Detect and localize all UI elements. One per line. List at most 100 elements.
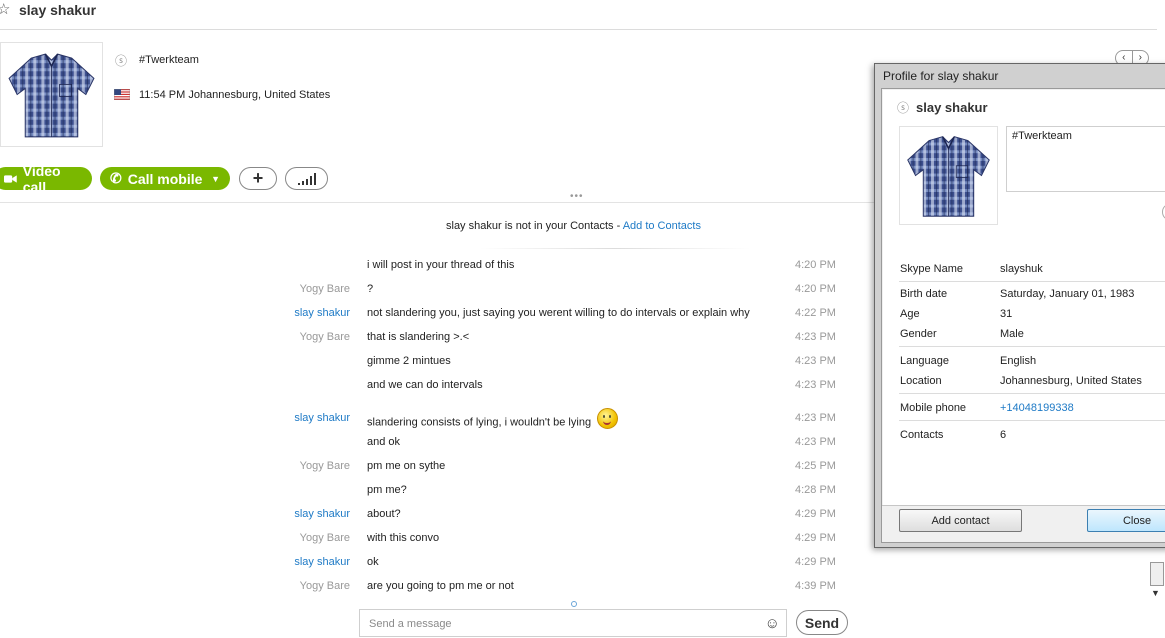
message-text: with this convo — [367, 532, 439, 544]
message-time: 4:29 PM — [795, 508, 836, 520]
location-label: Location — [900, 375, 942, 387]
message-time: 4:20 PM — [795, 283, 836, 295]
field-divider — [899, 420, 1165, 421]
message-row: Yogy Bare are you going to pm me or not 4:… — [0, 580, 860, 596]
location-value: Johannesburg, United States — [1000, 375, 1142, 387]
profile-name: slay shakur — [916, 100, 988, 115]
mobile-phone-link[interactable]: +14048199338 — [1000, 402, 1074, 414]
message-text: slandering consists of lying, i wouldn't… — [367, 408, 619, 433]
us-flag-icon — [114, 89, 130, 100]
notice-divider — [480, 248, 750, 249]
local-time-location: 11:54 PM Johannesburg, United States — [139, 89, 331, 101]
message-text: not slandering you, just saying you were… — [367, 307, 750, 319]
shirt-avatar-image — [907, 136, 990, 217]
dialog-title: Profile for slay shakur — [883, 69, 999, 83]
scrollbar-thumb[interactable] — [1150, 562, 1164, 586]
avatar[interactable] — [0, 42, 103, 147]
message-time: 4:28 PM — [795, 484, 836, 496]
video-icon — [4, 174, 17, 183]
header-divider — [0, 29, 1157, 30]
message-text-content: about? — [367, 508, 401, 520]
message-text-content: are you going to pm me or not — [367, 580, 514, 592]
message-composer[interactable]: ☺ — [359, 609, 787, 637]
favorite-star-icon[interactable]: ☆ — [0, 0, 10, 18]
contacts-value: 6 — [1000, 429, 1007, 441]
message-text: and ok — [367, 436, 400, 448]
shirt-avatar-image — [8, 53, 95, 138]
mobile-phone-label: Mobile phone — [900, 402, 967, 414]
profile-avatar — [899, 126, 998, 225]
message-time: 4:23 PM — [795, 379, 836, 391]
dropdown-arrow-icon[interactable]: ▼ — [211, 174, 220, 184]
message-text-content: with this convo — [367, 532, 440, 544]
birth-date-label: Birth date — [900, 288, 948, 300]
message-time: 4:23 PM — [795, 331, 836, 343]
close-button[interactable]: Close — [1087, 509, 1165, 532]
birth-date-value: Saturday, January 01, 1983 — [1000, 288, 1135, 300]
message-sender: slay shakur — [294, 412, 350, 424]
send-button[interactable]: Send — [796, 610, 848, 635]
profile-mood-box: #Twerkteam — [1006, 126, 1165, 192]
message-text: pm me? — [367, 484, 407, 496]
message-sender: slay shakur — [294, 556, 350, 568]
message-sender: Yogy Bare — [299, 460, 350, 472]
phone-icon: ✆ — [110, 170, 122, 186]
message-row: Yogy Bare? 4:20 PM — [0, 283, 860, 299]
field-divider — [899, 281, 1165, 282]
message-row: slay shakur about? 4:29 PM — [0, 508, 860, 524]
message-text: i will post in your thread of this — [367, 259, 514, 271]
message-time: 4:23 PM — [795, 355, 836, 367]
message-text: that is slandering >.< — [367, 331, 469, 343]
message-time: 4:20 PM — [795, 259, 836, 271]
message-sender: Yogy Bare — [299, 580, 350, 592]
message-row: Yogy Bare that is slandering >.< 4:23 PM — [0, 331, 860, 347]
add-to-contacts-link[interactable]: Add to Contacts — [623, 220, 701, 232]
add-contact-button[interactable]: Add contact — [899, 509, 1022, 532]
message-text: and we can do intervals — [367, 379, 483, 391]
message-row: i will post in your thread of this 4:20 P… — [0, 259, 860, 275]
message-row: pm me? 4:28 PM — [0, 484, 860, 500]
contact-title: slay shakur — [19, 2, 97, 18]
skype-name-label: Skype Name — [900, 263, 963, 275]
notice-text: slay shakur is not in your Contacts - — [446, 220, 623, 232]
language-label: Language — [900, 355, 949, 367]
message-text-content: gimme 2 mintues — [367, 355, 451, 367]
message-row: and ok 4:23 PM — [0, 436, 860, 452]
message-text: about? — [367, 508, 401, 520]
message-row: slay shakur slandering consists of lying,… — [0, 408, 860, 429]
profile-panel: ⓢ slay shakur #Twerkteam Skype Name slay… — [883, 90, 1165, 505]
message-row: Yogy Bare pm me on sythe 4:25 PM — [0, 460, 860, 476]
gender-value: Male — [1000, 328, 1024, 340]
message-text: pm me on sythe — [367, 460, 445, 472]
scrollbar[interactable]: ▼ — [1148, 558, 1165, 600]
message-sender: Yogy Bare — [299, 283, 350, 295]
mood-message: #Twerkteam — [139, 54, 199, 66]
message-text-content: slandering consists of lying, i wouldn't… — [367, 416, 592, 429]
message-text: are you going to pm me or not — [367, 580, 514, 592]
message-sender: slay shakur — [294, 508, 350, 520]
message-text-content: pm me? — [367, 484, 407, 496]
signal-icon — [297, 172, 316, 185]
age-value: 31 — [1000, 308, 1013, 320]
skype-name-value: slayshuk — [1000, 263, 1043, 275]
emoji-icon[interactable]: ☺ — [765, 615, 780, 632]
message-row: gimme 2 mintues 4:23 PM — [0, 355, 860, 371]
message-time: 4:23 PM — [795, 436, 836, 448]
plus-icon: + — [252, 168, 264, 188]
message-text-content: ? — [367, 283, 374, 295]
message-time: 4:25 PM — [795, 460, 836, 472]
message-row: Yogy Bare with this convo 4:29 PM — [0, 532, 860, 548]
contacts-label: Contacts — [900, 429, 944, 441]
age-label: Age — [900, 308, 920, 320]
message-input[interactable] — [367, 611, 751, 637]
message-row: slay shakur not slandering you, just sayi… — [0, 307, 860, 323]
message-text-content: not slandering you, just saying you were… — [367, 307, 750, 319]
call-quality-button[interactable] — [285, 167, 328, 190]
video-call-button[interactable]: Video call — [0, 163, 92, 195]
resize-grip-icon[interactable]: ••• — [570, 191, 584, 202]
message-sender: Yogy Bare — [299, 532, 350, 544]
add-participants-button[interactable]: + — [239, 167, 277, 190]
call-mobile-button[interactable]: ✆ Call mobile ▼ — [100, 167, 230, 190]
smiley-icon — [597, 408, 619, 429]
scroll-down-arrow-icon[interactable]: ▼ — [1151, 588, 1160, 598]
